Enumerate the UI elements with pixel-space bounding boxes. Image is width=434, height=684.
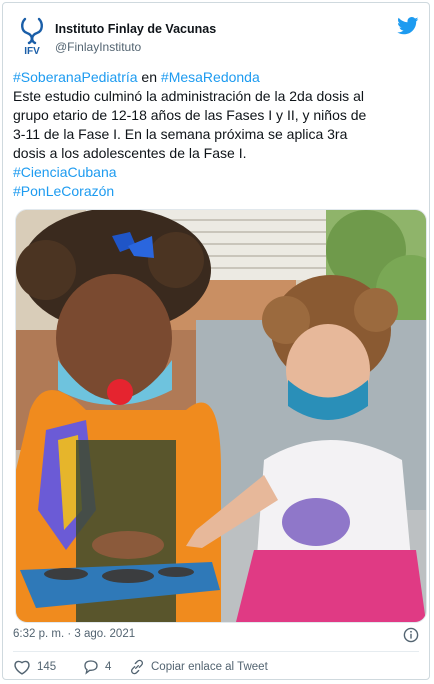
tweet-text-line: #CienciaCubana	[13, 163, 425, 182]
institute-logo[interactable]: IFV	[17, 17, 47, 55]
info-icon[interactable]	[403, 627, 419, 643]
reply-count: 4	[105, 661, 112, 673]
tweet-text-line: dosis a los adolescentes de la Fase I.	[13, 144, 425, 163]
tweet-text-line: #SoberanaPediatría en #MesaRedonda	[13, 68, 425, 87]
tweet-text-line: grupo etario de 12-18 años de las Fases …	[13, 106, 425, 125]
twitter-bird-icon[interactable]	[397, 17, 419, 35]
tweet-text-segment: grupo etario de 12-18 años de las Fases …	[13, 107, 367, 123]
heart-icon	[14, 660, 30, 675]
tweet-text-segment: 3-11 de la Fase I. En la semana próxima …	[13, 126, 348, 142]
tweet-text-segment: Este estudio culminó la administración d…	[13, 88, 364, 104]
tweet-text-segment: en	[137, 69, 161, 85]
tweet-text-segment: dosis a los adolescentes de la Fase I.	[13, 145, 247, 161]
copy-link-label: Copiar enlace al Tweet	[151, 661, 268, 673]
like-count: 145	[37, 661, 57, 673]
tweet-photo[interactable]	[15, 209, 427, 623]
author-name[interactable]: Instituto Finlay de Vacunas	[55, 22, 216, 36]
tweet-text-line: #PonLeCorazón	[13, 182, 425, 201]
divider	[13, 651, 419, 652]
copy-link-button[interactable]: Copiar enlace al Tweet	[129, 659, 268, 675]
reply-icon	[84, 660, 98, 675]
tweet-timestamp[interactable]: 6:32 p. m. · 3 ago. 2021	[13, 628, 135, 640]
link-icon	[130, 659, 144, 675]
hashtag-link[interactable]: #PonLeCorazón	[13, 183, 114, 199]
tweet-text-line: Este estudio culminó la administración d…	[13, 87, 425, 106]
like-button[interactable]: 145	[13, 659, 56, 675]
hashtag-link[interactable]: #SoberanaPediatría	[13, 69, 138, 85]
tweet-text-line: 3-11 de la Fase I. En la semana próxima …	[13, 125, 425, 144]
logo-text: IFV	[24, 46, 40, 55]
tweet-actions: 145 4 Copiar enlace al Tweet	[13, 659, 423, 679]
hashtag-link[interactable]: #CienciaCubana	[13, 164, 117, 180]
hashtag-link[interactable]: #MesaRedonda	[161, 69, 260, 85]
author-handle[interactable]: @FinlayInstituto	[55, 40, 141, 54]
tweet-text: #SoberanaPediatría en #MesaRedonda Este e…	[13, 68, 425, 201]
tweet-header: IFV Instituto Finlay de Vacunas @FinlayI…	[3, 3, 429, 63]
reply-button[interactable]: 4	[83, 659, 111, 675]
tweet-card[interactable]: IFV Instituto Finlay de Vacunas @FinlayI…	[2, 2, 430, 680]
